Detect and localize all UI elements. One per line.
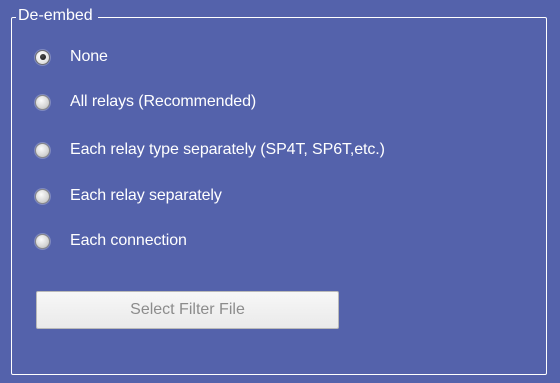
radio-option-each-relay-type[interactable]: Each relay type separately (SP4T, SP6T,e… <box>35 138 385 162</box>
radio-button[interactable] <box>35 142 50 158</box>
groupbox-title: De-embed <box>16 6 98 26</box>
radio-label-each-relay: Each relay separately <box>70 187 222 204</box>
radio-button[interactable] <box>35 233 50 249</box>
select-filter-file-button[interactable]: Select Filter File <box>36 291 339 329</box>
radio-dot-icon <box>39 54 46 60</box>
radio-option-all-relays[interactable]: All relays (Recommended) <box>35 90 256 114</box>
radio-button-checked[interactable] <box>35 49 50 65</box>
radio-label-each-relay-type: Each relay type separately (SP4T, SP6T,e… <box>70 141 385 158</box>
radio-option-each-connection[interactable]: Each connection <box>35 229 187 253</box>
radio-label-all-relays: All relays (Recommended) <box>70 93 257 110</box>
radio-label-none: None <box>70 48 108 65</box>
radio-option-each-relay[interactable]: Each relay separately <box>35 184 222 208</box>
radio-option-none[interactable]: None <box>35 45 108 69</box>
de-embed-panel: De-embed None All relays (Recommended) E… <box>0 0 560 383</box>
radio-button[interactable] <box>35 94 50 110</box>
radio-button[interactable] <box>35 188 50 204</box>
radio-label-each-connection: Each connection <box>70 232 187 249</box>
